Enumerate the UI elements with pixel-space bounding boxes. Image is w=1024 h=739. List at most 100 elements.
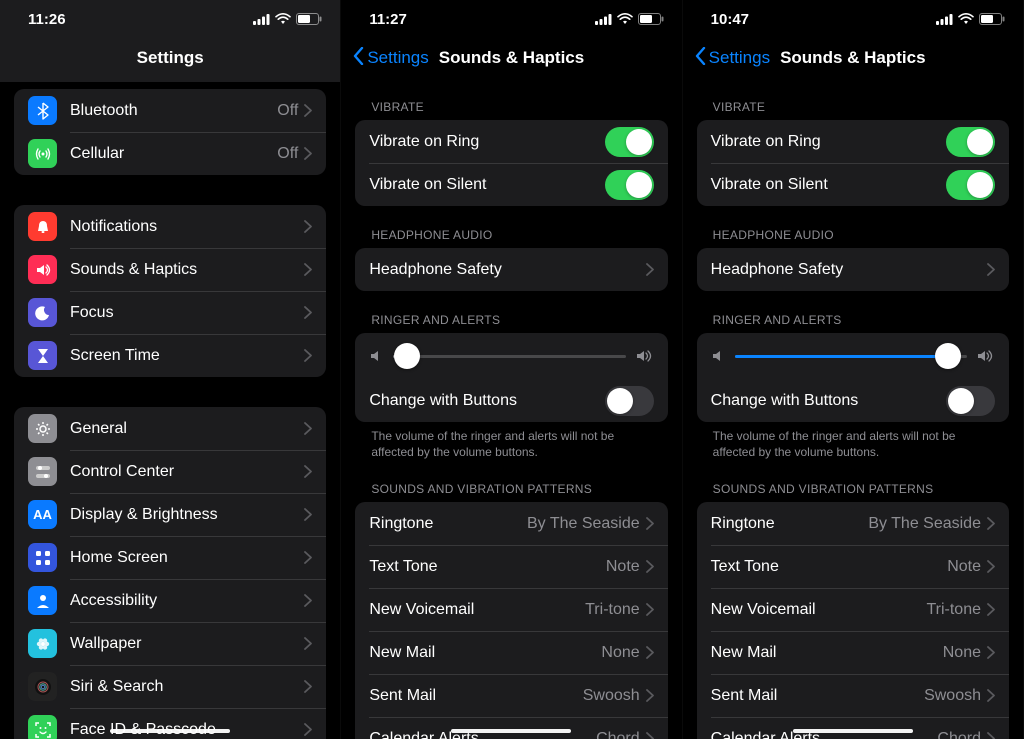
- chevron-icon: [304, 637, 312, 650]
- row-label: Sent Mail: [369, 687, 582, 705]
- settings-row-face-id-passcode[interactable]: Face ID & Passcode: [14, 708, 326, 739]
- grid-icon: [28, 543, 57, 572]
- back-label: Settings: [709, 48, 770, 68]
- back-button[interactable]: Settings: [353, 47, 428, 70]
- pattern-row-ringtone[interactable]: Ringtone By The Seaside: [697, 502, 1009, 545]
- signal-icon: [253, 14, 270, 25]
- chevron-icon: [987, 603, 995, 616]
- vibrate-ring-row[interactable]: Vibrate on Ring: [697, 120, 1009, 163]
- chevron-icon: [646, 263, 654, 276]
- wifi-icon: [617, 13, 633, 25]
- pattern-row-sent-mail[interactable]: Sent Mail Swoosh: [355, 674, 667, 717]
- chevron-icon: [304, 263, 312, 276]
- phone-sounds-a: 11:27 Settings Sounds & Haptics VIBRATE …: [341, 0, 682, 739]
- pattern-row-sent-mail[interactable]: Sent Mail Swoosh: [697, 674, 1009, 717]
- row-label: General: [70, 420, 304, 438]
- bluetooth-icon: [28, 96, 57, 125]
- pattern-row-text-tone[interactable]: Text Tone Note: [697, 545, 1009, 588]
- row-label: Headphone Safety: [711, 261, 987, 279]
- chevron-icon: [304, 508, 312, 521]
- hourglass-icon: [28, 341, 57, 370]
- vibrate-ring-toggle[interactable]: [605, 127, 654, 157]
- volume-low-icon: [711, 349, 725, 363]
- section-headphone: HEADPHONE AUDIO: [683, 206, 1023, 248]
- settings-row-siri-search[interactable]: Siri & Search: [14, 665, 326, 708]
- settings-scroll[interactable]: Bluetooth Off Cellular Off Notifications…: [0, 83, 340, 739]
- wifi-icon: [275, 13, 291, 25]
- settings-row-focus[interactable]: Focus: [14, 291, 326, 334]
- switches-icon: [28, 457, 57, 486]
- row-value: By The Seaside: [868, 515, 981, 533]
- headphone-safety-row[interactable]: Headphone Safety: [355, 248, 667, 291]
- row-value: None: [601, 644, 639, 662]
- settings-row-notifications[interactable]: Notifications: [14, 205, 326, 248]
- row-label: Home Screen: [70, 549, 304, 567]
- pattern-row-new-mail[interactable]: New Mail None: [355, 631, 667, 674]
- settings-row-bluetooth[interactable]: Bluetooth Off: [14, 89, 326, 132]
- pattern-row-new-voicemail[interactable]: New Voicemail Tri-tone: [355, 588, 667, 631]
- pattern-row-ringtone[interactable]: Ringtone By The Seaside: [355, 502, 667, 545]
- pattern-row-new-mail[interactable]: New Mail None: [697, 631, 1009, 674]
- change-buttons-row[interactable]: Change with Buttons: [355, 379, 667, 422]
- vibrate-ring-toggle[interactable]: [946, 127, 995, 157]
- volume-slider[interactable]: [393, 355, 625, 358]
- row-label: Text Tone: [711, 558, 948, 576]
- section-vibrate: VIBRATE: [341, 78, 681, 120]
- chevron-icon: [646, 603, 654, 616]
- volume-low-icon: [369, 349, 383, 363]
- signal-icon: [595, 14, 612, 25]
- vibrate-silent-row[interactable]: Vibrate on Silent: [697, 163, 1009, 206]
- row-value: Chord: [596, 730, 640, 739]
- volume-slider-row: [697, 333, 1009, 379]
- back-button[interactable]: Settings: [695, 47, 770, 70]
- row-label: Ringtone: [369, 515, 527, 533]
- change-buttons-toggle[interactable]: [605, 386, 654, 416]
- settings-row-wallpaper[interactable]: Wallpaper: [14, 622, 326, 665]
- row-label: Sounds & Haptics: [70, 261, 304, 279]
- chevron-icon: [304, 220, 312, 233]
- battery-icon: [979, 13, 1005, 25]
- change-buttons-toggle[interactable]: [946, 386, 995, 416]
- settings-row-accessibility[interactable]: Accessibility: [14, 579, 326, 622]
- chevron-icon: [304, 422, 312, 435]
- status-right: [936, 13, 1005, 25]
- AA-icon: AA: [28, 500, 57, 529]
- vibrate-silent-toggle[interactable]: [605, 170, 654, 200]
- pattern-row-text-tone[interactable]: Text Tone Note: [355, 545, 667, 588]
- back-label: Settings: [367, 48, 428, 68]
- vibrate-ring-row[interactable]: Vibrate on Ring: [355, 120, 667, 163]
- vibrate-silent-row[interactable]: Vibrate on Silent: [355, 163, 667, 206]
- row-label: Ringtone: [711, 515, 869, 533]
- chevron-icon: [646, 517, 654, 530]
- chevron-back-icon: [353, 47, 364, 70]
- sounds-scroll[interactable]: VIBRATE Vibrate on Ring Vibrate on Silen…: [683, 78, 1023, 739]
- row-value: Tri-tone: [585, 601, 640, 619]
- status-time: 10:47: [711, 11, 749, 28]
- status-bar: 11:27: [341, 0, 681, 38]
- home-indicator[interactable]: [451, 729, 571, 733]
- pattern-row-new-voicemail[interactable]: New Voicemail Tri-tone: [697, 588, 1009, 631]
- battery-icon: [638, 13, 664, 25]
- settings-row-screen-time[interactable]: Screen Time: [14, 334, 326, 377]
- settings-row-sounds-haptics[interactable]: Sounds & Haptics: [14, 248, 326, 291]
- row-value: Tri-tone: [926, 601, 981, 619]
- home-indicator[interactable]: [110, 729, 230, 733]
- sounds-scroll[interactable]: VIBRATE Vibrate on Ring Vibrate on Silen…: [341, 78, 681, 739]
- row-label: Notifications: [70, 218, 304, 236]
- settings-row-control-center[interactable]: Control Center: [14, 450, 326, 493]
- settings-row-display-brightness[interactable]: AA Display & Brightness: [14, 493, 326, 536]
- headphone-safety-row[interactable]: Headphone Safety: [697, 248, 1009, 291]
- settings-row-general[interactable]: General: [14, 407, 326, 450]
- chevron-icon: [987, 732, 995, 739]
- home-indicator[interactable]: [793, 729, 913, 733]
- change-buttons-row[interactable]: Change with Buttons: [697, 379, 1009, 422]
- vibrate-silent-toggle[interactable]: [946, 170, 995, 200]
- faceid-icon: [28, 715, 57, 739]
- settings-row-cellular[interactable]: Cellular Off: [14, 132, 326, 175]
- section-headphone: HEADPHONE AUDIO: [341, 206, 681, 248]
- row-value: Note: [947, 558, 981, 576]
- status-time: 11:26: [28, 11, 66, 28]
- volume-slider[interactable]: [735, 355, 967, 358]
- chevron-icon: [304, 104, 312, 117]
- settings-row-home-screen[interactable]: Home Screen: [14, 536, 326, 579]
